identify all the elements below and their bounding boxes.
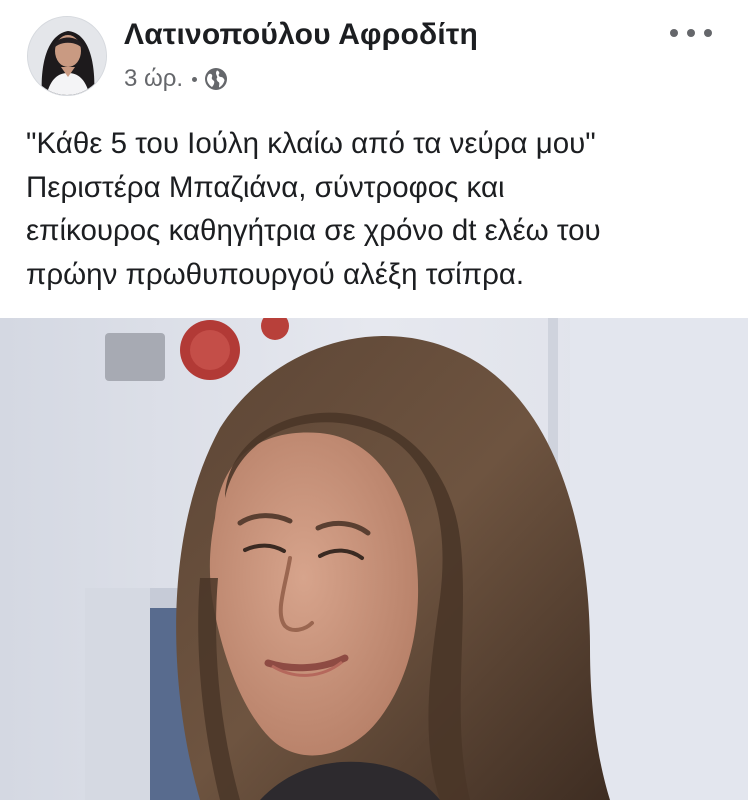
author-avatar[interactable]: [27, 16, 107, 96]
post-timestamp[interactable]: 3 ώρ.: [124, 65, 183, 93]
globe-icon[interactable]: [204, 67, 228, 91]
more-options-button[interactable]: [670, 22, 712, 44]
post-text-line: "Κάθε 5 του Ιούλη κλαίω από τα νεύρα μου…: [26, 127, 596, 160]
post-text-line: επίκουρος καθηγήτρια σε χρόνο dt ελέω το…: [26, 214, 601, 247]
ellipsis-icon: [704, 29, 712, 37]
ellipsis-icon: [687, 29, 695, 37]
post-photo[interactable]: [0, 318, 748, 800]
meta-separator-dot: [192, 76, 198, 82]
post-meta: 3 ώρ.: [124, 64, 228, 94]
post-text: "Κάθε 5 του Ιούλη κλαίω από τα νεύρα μου…: [26, 122, 726, 296]
avatar-image: [28, 17, 106, 95]
post-text-line: Περιστέρα Μπαζιάνα, σύντροφος και: [26, 170, 505, 204]
post-header: Λατινοπούλου Αφροδίτη 3 ώρ.: [0, 0, 748, 105]
post-text-line: πρώην πρωθυπουργού αλέξη τσίπρα.: [26, 257, 525, 291]
facebook-post: Λατινοπούλου Αφροδίτη 3 ώρ. "Κάθε 5 του …: [0, 0, 748, 800]
ellipsis-icon: [670, 29, 678, 37]
photo-image: [0, 318, 748, 800]
author-name[interactable]: Λατινοπούλου Αφροδίτη: [124, 18, 478, 52]
